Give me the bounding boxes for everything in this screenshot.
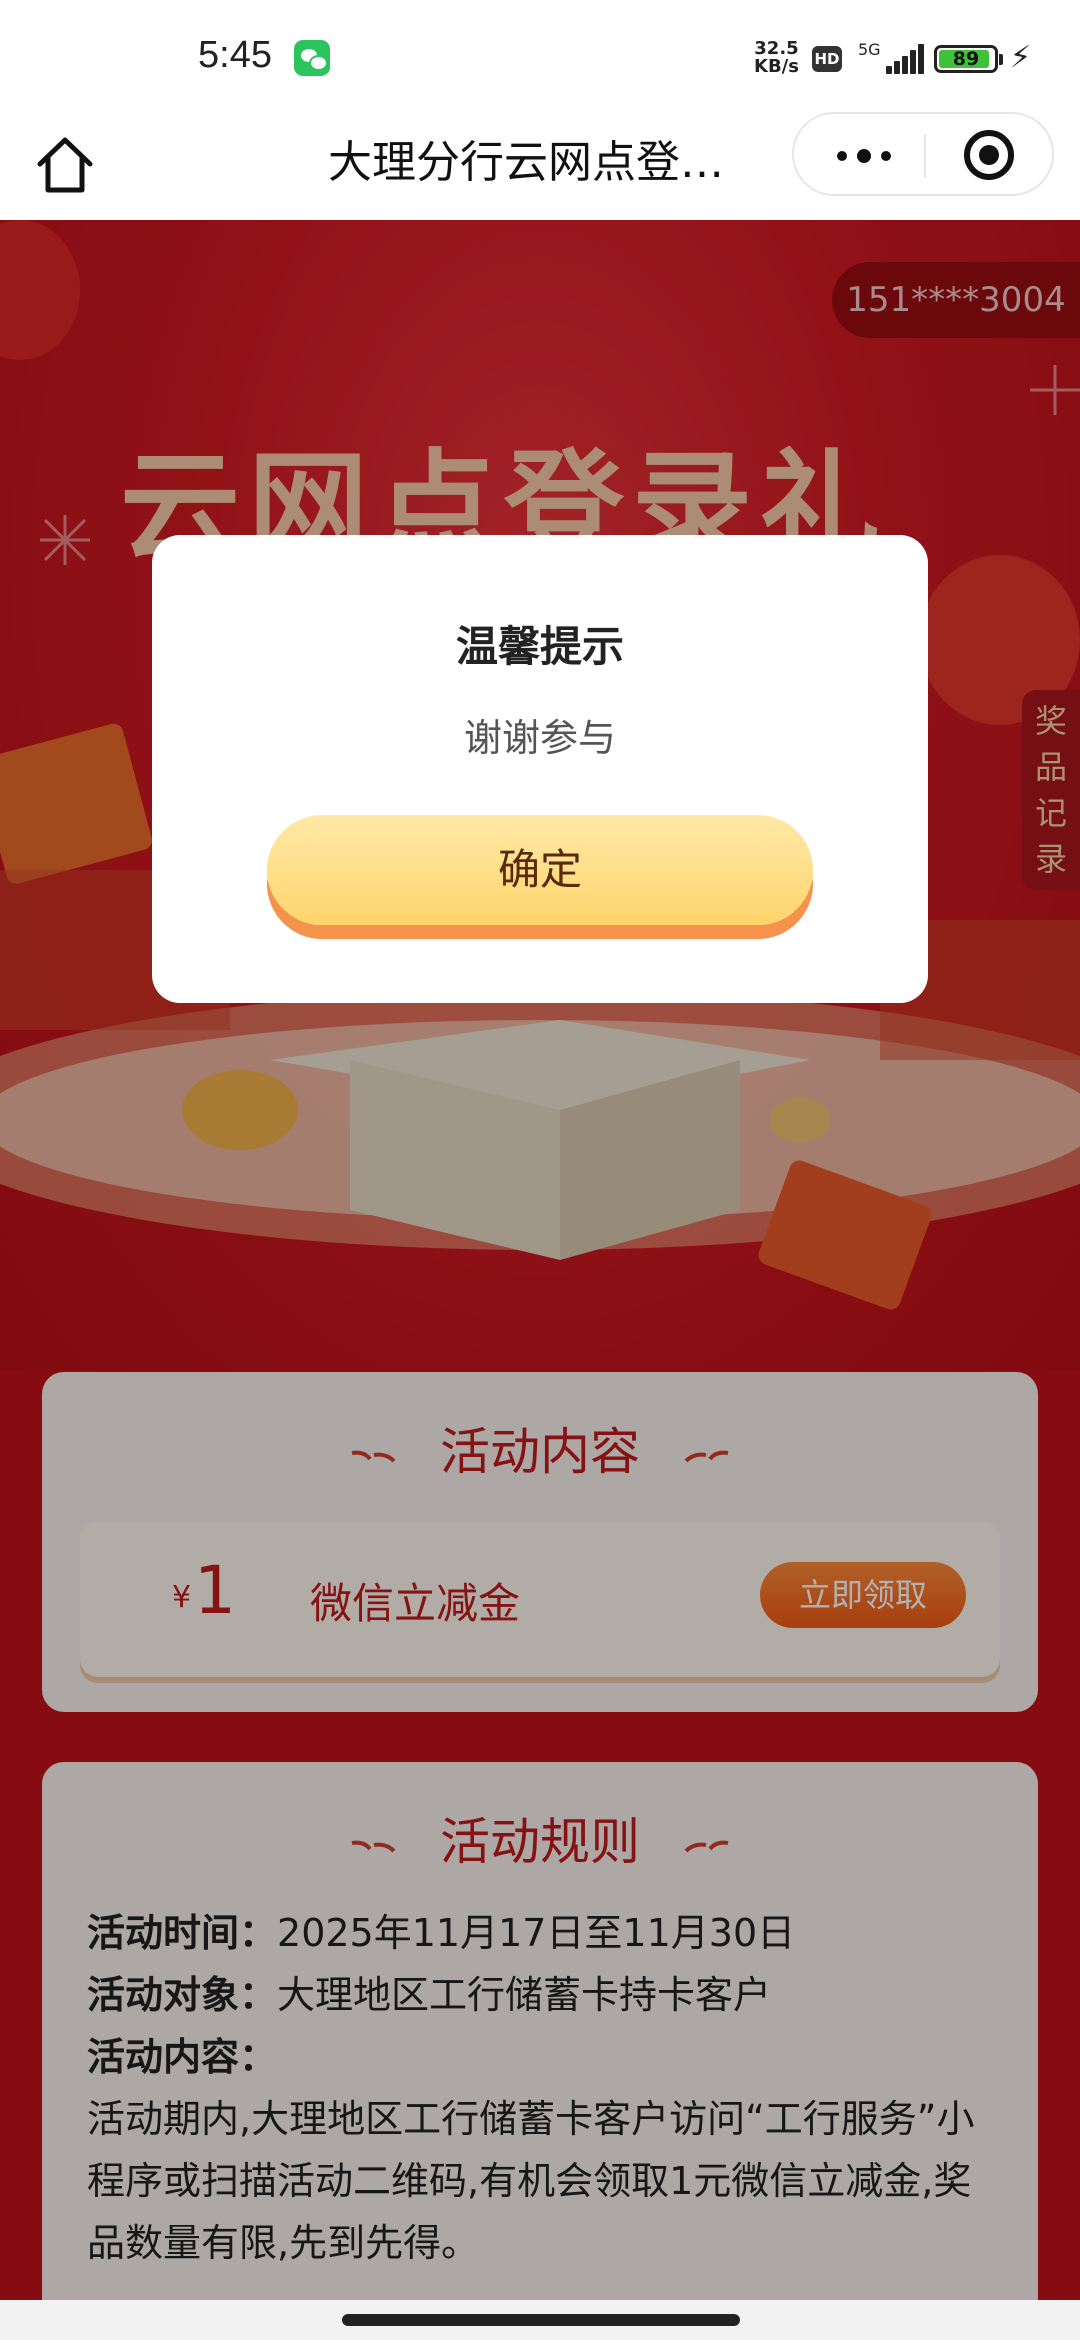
- more-icon[interactable]: [824, 134, 904, 178]
- system-nav-bar: [0, 2300, 1080, 2340]
- battery-level: 89: [952, 48, 980, 70]
- confirm-button[interactable]: 确定: [267, 815, 813, 925]
- capsule-menu: [792, 112, 1054, 196]
- tip-dialog: 温馨提示 谢谢参与 确定: [152, 535, 928, 1003]
- page-title: 大理分行云网点登…: [328, 137, 724, 188]
- signal-icon: [876, 44, 924, 74]
- status-time: 5:45: [198, 34, 272, 76]
- close-miniprogram-icon[interactable]: [964, 130, 1014, 180]
- charging-icon: ⚡: [1010, 40, 1032, 75]
- home-indicator[interactable]: [342, 2314, 740, 2326]
- status-bar: 5:45 32.5 KB/s HD 5G 89 ⚡: [0, 0, 1080, 110]
- battery-icon: 89: [934, 45, 1003, 73]
- wechat-icon: [294, 40, 330, 76]
- modal-overlay[interactable]: [0, 220, 1080, 2300]
- dialog-title: 温馨提示: [455, 622, 624, 671]
- network-speed: 32.5 KB/s: [754, 38, 799, 77]
- capsule-divider: [924, 134, 926, 178]
- home-icon[interactable]: [30, 130, 100, 200]
- dialog-message: 谢谢参与: [463, 716, 616, 760]
- mini-program-navbar: 大理分行云网点登…: [0, 110, 1080, 220]
- hd-icon: HD: [812, 46, 842, 72]
